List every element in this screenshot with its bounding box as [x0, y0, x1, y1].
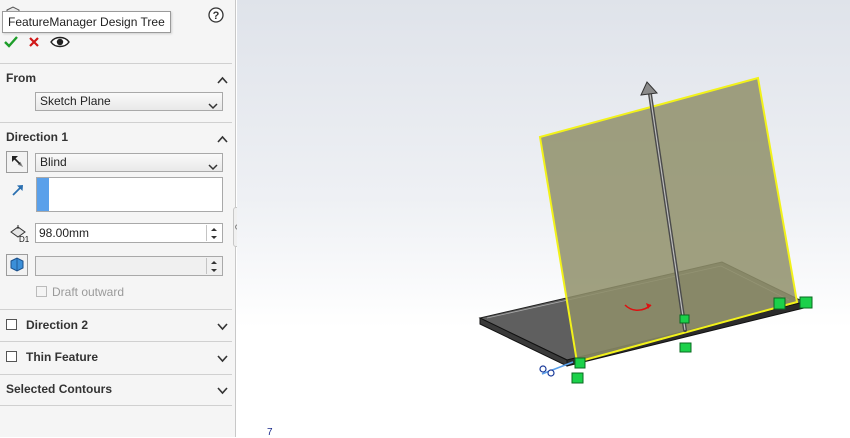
- section-divider: [0, 341, 232, 342]
- section-direction2-title: Direction 2: [26, 318, 89, 332]
- drag-handle[interactable]: [574, 357, 586, 369]
- ok-check-icon[interactable]: [4, 36, 18, 48]
- draft-angle-spinner: [206, 258, 221, 274]
- section-selected-contours-title: Selected Contours: [6, 382, 113, 396]
- reverse-direction-button[interactable]: [6, 151, 28, 173]
- spin-down-icon[interactable]: [207, 266, 221, 274]
- section-from-title: From: [6, 71, 36, 85]
- preview-eye-icon[interactable]: [50, 35, 70, 49]
- draft-icon: [9, 256, 25, 275]
- section-divider: [0, 374, 232, 375]
- draft-outward-checkbox[interactable]: [36, 286, 47, 297]
- chevron-up-icon: [217, 132, 228, 146]
- drag-handle[interactable]: [773, 297, 786, 310]
- chevron-down-icon: [208, 159, 218, 176]
- section-selected-contours-header[interactable]: Selected Contours: [6, 382, 230, 398]
- section-divider: [0, 122, 232, 123]
- action-bar: [4, 34, 70, 50]
- chevron-down-icon: [208, 98, 218, 115]
- depth-input[interactable]: 98.00mm: [35, 223, 223, 243]
- thin-feature-checkbox[interactable]: [6, 351, 17, 362]
- section-divider: [0, 405, 232, 406]
- section-divider: [0, 63, 232, 64]
- end-condition-dropdown[interactable]: Blind: [35, 153, 223, 172]
- origin-triad-icon: [539, 361, 574, 377]
- drag-handle[interactable]: [571, 372, 584, 384]
- draft-outward-label: Draft outward: [52, 285, 125, 299]
- property-manager-panel: FeatureManager Design Tree ? From Sketch…: [0, 0, 236, 437]
- draft-angle-input[interactable]: [35, 256, 223, 276]
- start-condition-value: Sketch Plane: [40, 94, 111, 108]
- drag-handle[interactable]: [799, 296, 813, 309]
- section-thin-feature-title: Thin Feature: [26, 350, 99, 364]
- section-divider: [0, 309, 232, 310]
- depth-value: 98.00mm: [39, 226, 90, 240]
- chevron-up-icon: [217, 73, 228, 87]
- corner-label: 7: [267, 427, 273, 438]
- selection-box-active-indicator: [37, 178, 49, 211]
- reverse-direction-icon: [9, 153, 25, 172]
- spin-up-icon[interactable]: [207, 225, 221, 233]
- depth-dimension-icon: D1: [8, 223, 30, 246]
- svg-text:?: ?: [213, 10, 220, 22]
- section-direction2-header[interactable]: Direction 2: [6, 318, 230, 334]
- section-direction1-title: Direction 1: [6, 130, 69, 144]
- drag-handle[interactable]: [679, 342, 692, 353]
- direction-vector-icon: [10, 182, 26, 201]
- section-direction1-header[interactable]: Direction 1: [6, 130, 230, 146]
- section-from-header[interactable]: From: [6, 71, 230, 87]
- chevron-down-icon: [217, 352, 228, 366]
- drag-handle[interactable]: [679, 314, 690, 324]
- tooltip: FeatureManager Design Tree: [2, 11, 171, 33]
- help-icon[interactable]: ?: [208, 7, 224, 26]
- spin-down-icon[interactable]: [207, 233, 221, 241]
- svg-text:D1: D1: [19, 235, 30, 243]
- direction2-checkbox[interactable]: [6, 319, 17, 330]
- cancel-close-icon[interactable]: [28, 36, 40, 48]
- chevron-down-icon: [217, 384, 228, 398]
- spin-up-icon[interactable]: [207, 258, 221, 266]
- model-scene: [478, 76, 813, 384]
- draft-toggle-button[interactable]: [6, 254, 28, 276]
- direction-selection-box[interactable]: [36, 177, 223, 212]
- start-condition-dropdown[interactable]: Sketch Plane: [35, 92, 223, 111]
- graphics-viewport[interactable]: 7: [237, 0, 850, 438]
- depth-spinner: [206, 225, 221, 241]
- section-thin-feature-header[interactable]: Thin Feature: [6, 350, 230, 366]
- chevron-down-icon: [217, 320, 228, 334]
- end-condition-value: Blind: [40, 155, 67, 169]
